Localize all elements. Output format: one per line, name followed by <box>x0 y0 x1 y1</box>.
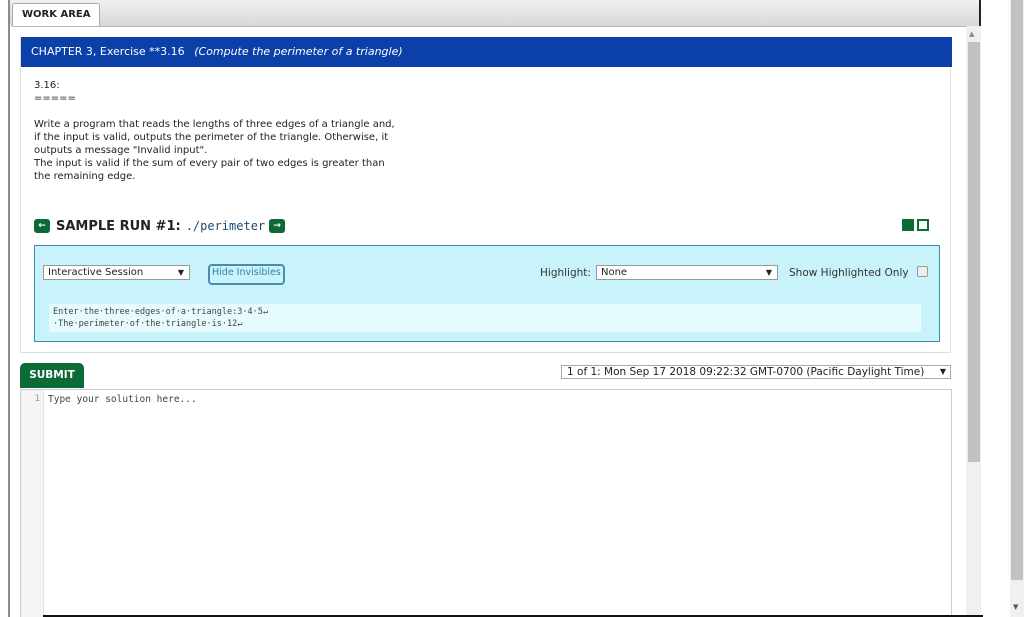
line-gutter: 1 <box>21 390 44 617</box>
chapter-header: CHAPTER 3, Exercise **3.16 (Compute the … <box>21 37 952 67</box>
view-toggle <box>902 219 929 231</box>
output-line: Enter·the·three·edges·of·a·triangle:3·4·… <box>53 307 268 317</box>
page-scrollbar-thumb[interactable] <box>1011 0 1023 580</box>
exercise-description: 3.16: ===== Write a program that reads the… <box>34 79 534 183</box>
description-line: if the input is valid, outputs the perim… <box>34 132 389 143</box>
chevron-down-icon: ▼ <box>765 268 772 277</box>
line-number: 1 <box>34 394 40 404</box>
session-mode-select[interactable]: Interactive Session ▼ <box>43 265 190 280</box>
work-area-scrollbar[interactable]: ▲ <box>966 26 981 617</box>
exercise-rule: ===== <box>34 93 76 104</box>
session-mode-value: Interactive Session <box>48 267 144 278</box>
scrollbar-thumb[interactable] <box>968 42 980 462</box>
sample-run-header: ← SAMPLE RUN #1: ./perimeter → <box>34 216 286 236</box>
description-line: The input is valid if the sum of every p… <box>34 158 385 169</box>
highlight-value: None <box>601 267 628 278</box>
sample-run-command: ./perimeter <box>185 219 266 233</box>
highlight-label: Highlight: <box>540 267 591 279</box>
page-scrollbar[interactable]: ▼ <box>1010 0 1024 617</box>
scroll-down-icon[interactable]: ▼ <box>1013 603 1018 611</box>
work-area-frame: WORK AREA CHAPTER 3, Exercise **3.16 (Co… <box>8 0 981 617</box>
chevron-down-icon: ▼ <box>177 268 184 277</box>
chevron-down-icon: ▼ <box>939 367 946 376</box>
prev-sample-button[interactable]: ← <box>34 219 50 233</box>
exercise-panel: CHAPTER 3, Exercise **3.16 (Compute the … <box>20 37 952 353</box>
submission-history-select[interactable]: 1 of 1: Mon Sep 17 2018 09:22:32 GMT-070… <box>561 365 951 379</box>
split-view-icon[interactable] <box>917 219 929 231</box>
show-highlighted-only-label: Show Highlighted Only <box>789 267 909 279</box>
chapter-title: CHAPTER 3, Exercise **3.16 <box>31 45 185 58</box>
description-line: Write a program that reads the lengths o… <box>34 119 395 130</box>
tab-bar: WORK AREA <box>10 0 979 27</box>
exercise-number: 3.16: <box>34 80 60 91</box>
description-line: outputs a message "Invalid input". <box>34 145 208 156</box>
session-output: Enter·the·three·edges·of·a·triangle:3·4·… <box>49 304 921 332</box>
highlight-select[interactable]: None ▼ <box>596 265 778 280</box>
description-line: the remaining edge. <box>34 171 136 182</box>
next-sample-button[interactable]: → <box>269 219 286 233</box>
submission-history-value: 1 of 1: Mon Sep 17 2018 09:22:32 GMT-070… <box>567 366 925 378</box>
sample-session-panel: Interactive Session ▼ Hide Invisibles Hi… <box>34 245 940 342</box>
tab-work-area[interactable]: WORK AREA <box>12 3 101 26</box>
submit-button[interactable]: SUBMIT <box>20 363 84 388</box>
scroll-up-icon[interactable]: ▲ <box>969 30 974 38</box>
arrow-left-icon: ← <box>38 221 46 231</box>
work-area-content: CHAPTER 3, Exercise **3.16 (Compute the … <box>20 26 964 617</box>
hide-invisibles-button[interactable]: Hide Invisibles <box>208 264 285 285</box>
chapter-subtitle: (Compute the perimeter of a triangle) <box>194 45 403 58</box>
editor-placeholder: Type your solution here... <box>48 394 197 405</box>
output-line: ·The·perimeter·of·the·triangle·is·12↵ <box>53 319 243 329</box>
full-view-icon[interactable] <box>902 219 914 231</box>
code-editor[interactable]: 1 Type your solution here... <box>20 389 952 617</box>
arrow-right-icon: → <box>273 221 281 231</box>
sample-run-label: SAMPLE RUN #1: <box>56 218 181 234</box>
show-highlighted-only-checkbox[interactable] <box>917 266 928 277</box>
